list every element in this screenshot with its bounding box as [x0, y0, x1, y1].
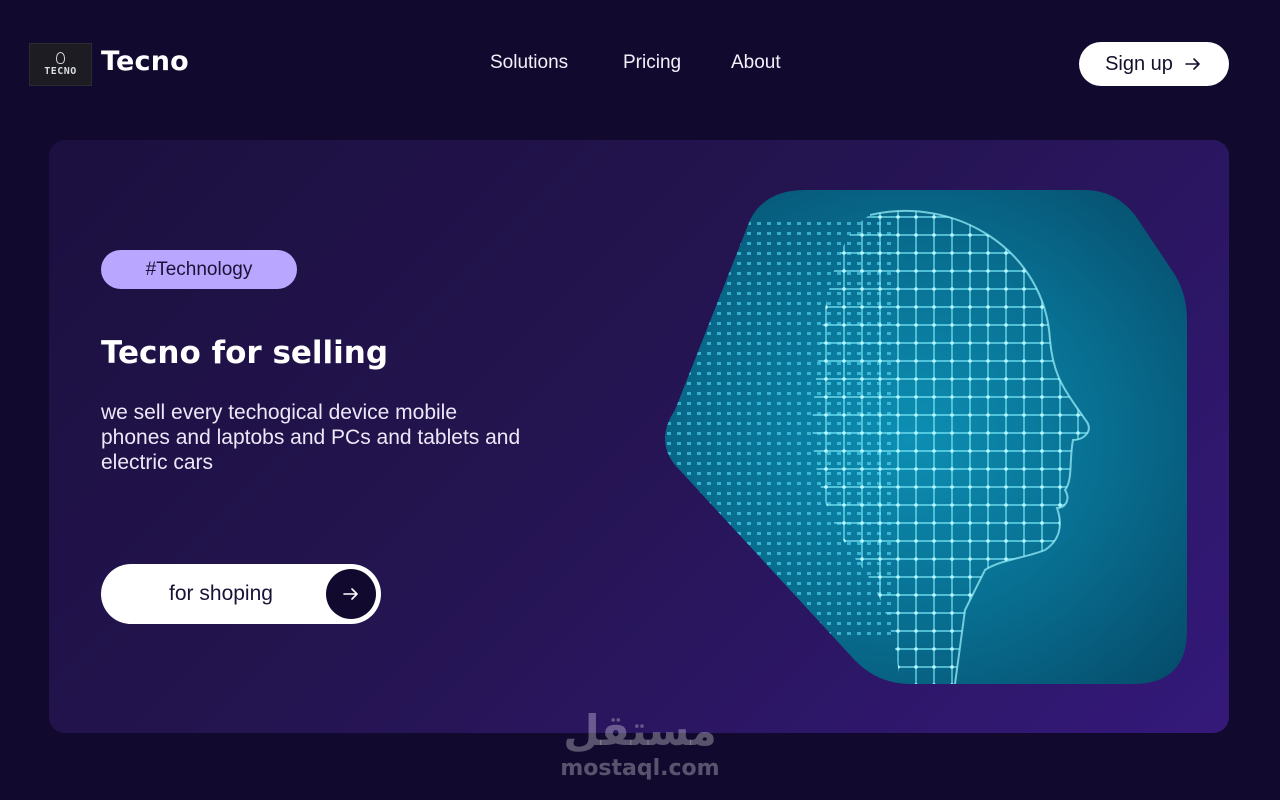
- logo-text: TECNO: [44, 66, 77, 77]
- shop-button-label: for shoping: [169, 582, 273, 605]
- nav-link-about[interactable]: About: [731, 52, 801, 74]
- signup-label: Sign up: [1105, 52, 1173, 75]
- arrow-right-icon: [1185, 58, 1200, 70]
- brand-name[interactable]: Tecno: [101, 46, 189, 77]
- hero-title: Tecno for selling: [101, 335, 389, 371]
- lightbulb-icon: [56, 52, 65, 64]
- hero-description: we sell every techogical device mobile p…: [101, 401, 521, 474]
- signup-button[interactable]: Sign up: [1079, 42, 1229, 86]
- site-header: TECNO Tecno Solutions Pricing About Sign…: [0, 0, 1280, 128]
- ai-circuit-head-icon: [665, 190, 1187, 684]
- watermark: مستقل mostaql.com: [540, 706, 740, 782]
- shop-button[interactable]: for shoping: [101, 564, 381, 624]
- arrow-right-icon: [326, 569, 376, 619]
- logo[interactable]: TECNO: [29, 43, 92, 86]
- hero-card: #Technology Tecno for selling we sell ev…: [49, 140, 1229, 733]
- technology-tag[interactable]: #Technology: [101, 250, 297, 289]
- watermark-latin: mostaql.com: [560, 756, 720, 781]
- nav-link-solutions[interactable]: Solutions: [490, 52, 590, 74]
- nav-link-pricing[interactable]: Pricing: [623, 52, 703, 74]
- watermark-arabic: مستقل: [563, 706, 717, 755]
